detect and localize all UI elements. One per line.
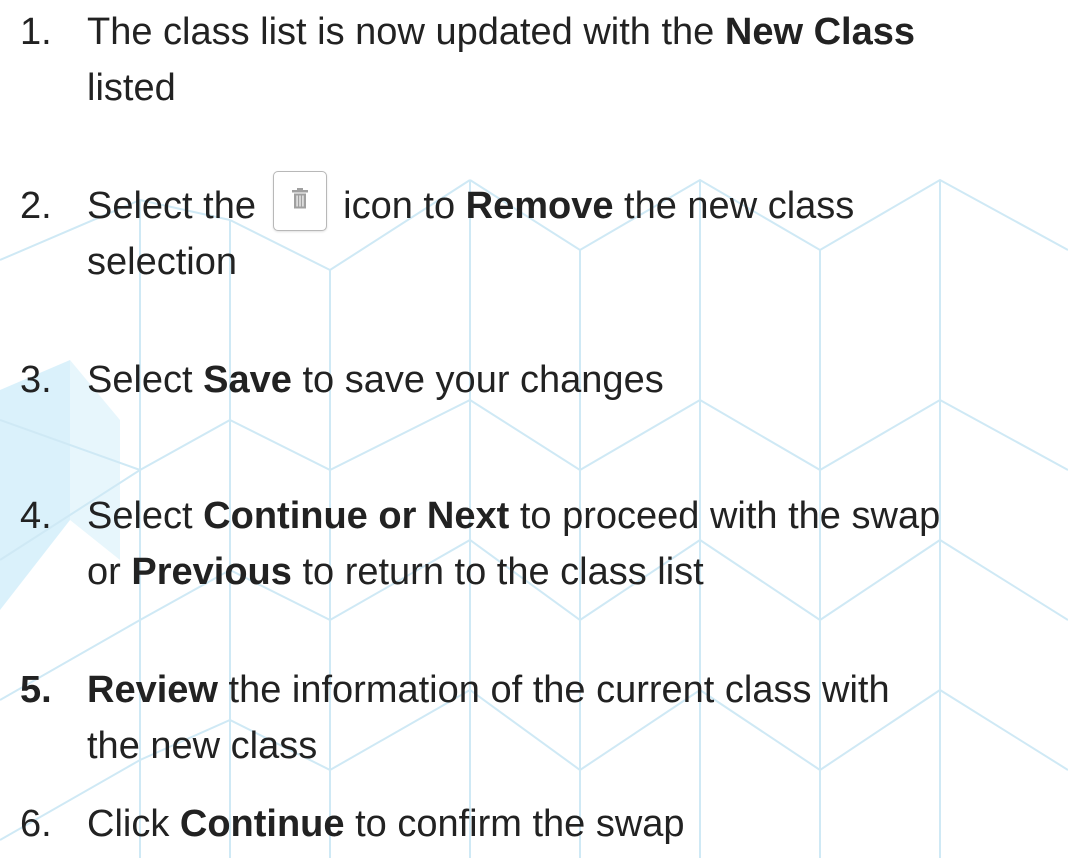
instruction-steps: 1. The class list is now updated with th… (0, 0, 1068, 858)
step-number: 4. (20, 495, 52, 537)
text-run: Select the (87, 185, 267, 227)
step-line: Select the icon to Remove the new class (87, 170, 1057, 234)
step-line: the new class (87, 718, 1057, 774)
step-line: listed (87, 60, 1057, 116)
step-line: or Previous to return to the class list (87, 544, 1057, 600)
step-number: 2. (20, 185, 52, 227)
text-run: the new class (87, 725, 318, 767)
bold-run-new-class: New Class (724, 11, 915, 53)
step-line: Select Save to save your changes (87, 352, 1057, 408)
step-text: Review the information of the current cl… (87, 662, 1057, 774)
text-run: to proceed with the swap (509, 495, 941, 537)
text-run: Select (87, 495, 204, 537)
step-number: 3. (20, 359, 52, 401)
remove-button[interactable] (272, 170, 327, 231)
bold-run-continue-or-next: Continue or Next (203, 495, 510, 537)
trash-icon (291, 187, 308, 209)
bold-run-review: Review (87, 669, 218, 711)
step-line: The class list is now updated with the N… (87, 4, 1057, 60)
text-run: listed (87, 67, 176, 109)
step-line: Review the information of the current cl… (87, 662, 1057, 718)
bold-run-previous: Previous (131, 551, 292, 593)
text-run: The class list is now updated with the (87, 11, 725, 53)
text-run: to confirm the swap (344, 803, 685, 845)
step-text: Select Continue or Next to proceed with … (87, 488, 1057, 600)
step-line: selection (87, 234, 1057, 290)
text-run: or (87, 551, 132, 593)
step-number: 5. (20, 669, 52, 711)
bold-run-remove: Remove (465, 185, 614, 227)
step-line: Select Continue or Next to proceed with … (87, 488, 1057, 544)
bold-run-continue: Continue (179, 803, 345, 845)
step-text: The class list is now updated with the N… (87, 4, 1057, 116)
step-number: 6. (20, 803, 52, 845)
text-run: Select (87, 359, 204, 401)
text-run: the information of the current class wit… (217, 669, 890, 711)
text-run: to return to the class list (291, 551, 704, 593)
text-run: Click (87, 803, 180, 845)
text-run: icon to (332, 185, 466, 227)
step-number: 1. (20, 11, 52, 53)
text-run: selection (87, 241, 237, 283)
text-run: to save your changes (291, 359, 664, 401)
step-text: Select Save to save your changes (87, 352, 1057, 408)
step-text: Click Continue to confirm the swap (87, 796, 1057, 852)
text-run: the new class (613, 185, 855, 227)
bold-run-save: Save (203, 359, 292, 401)
step-text: Select the icon to Remove the new class … (87, 170, 1057, 290)
step-line: Click Continue to confirm the swap (87, 796, 1057, 852)
